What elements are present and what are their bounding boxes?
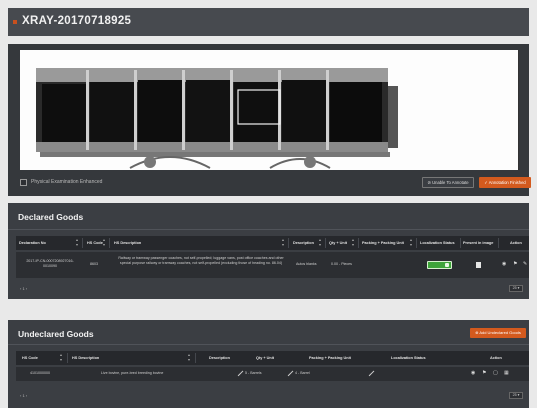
divider	[498, 238, 499, 248]
divider	[325, 238, 326, 248]
physical-exam-label: Physical Examination Enhanced	[31, 179, 103, 185]
table-row[interactable]: 4101000000 Live bovine, pure-bred breedi…	[16, 367, 529, 381]
eye-icon[interactable]: ◉	[471, 370, 475, 376]
col-hs-code[interactable]: HS Code	[22, 351, 38, 365]
undeclared-goods-title: Undeclared Goods	[18, 329, 94, 339]
edit-icon[interactable]: ✎	[523, 261, 527, 267]
eye-icon[interactable]: ◉	[502, 261, 506, 267]
col-declaration-no[interactable]: Declaration No	[19, 236, 46, 250]
divider	[195, 353, 196, 363]
cell-qty-unit: 0.00 - Pieces	[331, 262, 352, 266]
edit-pencil-icon[interactable]	[288, 371, 293, 376]
cell-description: Autos blanks	[296, 262, 317, 266]
cell-hs-code: 8603	[90, 262, 98, 266]
annotation-finished-button[interactable]: ✓ Annotation Finished	[479, 177, 531, 188]
page-header: XRAY-20170718925	[8, 8, 529, 36]
edit-pencil-icon[interactable]	[238, 371, 243, 376]
flag-icon[interactable]: ⚑	[513, 261, 517, 267]
divider	[416, 238, 417, 248]
divider	[358, 238, 359, 248]
col-description[interactable]: Description	[293, 236, 314, 250]
status-dot-icon	[13, 20, 17, 24]
divider	[82, 238, 83, 248]
cell-hs-description: Railway or tramway passenger coaches, no…	[118, 256, 284, 265]
pagination[interactable]: ‹ 1 ›	[20, 393, 27, 398]
page-size-select[interactable]: 25 ▾	[509, 392, 523, 399]
table-row[interactable]: 2017-IP-CN-0007208927016-0010090 8603 Ra…	[16, 252, 529, 278]
table-icon[interactable]: ▦	[504, 370, 509, 376]
col-qty-unit[interactable]: Qty + Unit	[329, 236, 347, 250]
image-toolbar: Physical Examination Enhanced ⊘ Unable T…	[20, 174, 531, 192]
sort-icon[interactable]	[76, 239, 79, 247]
col-packing[interactable]: Packing + Packing Unit	[362, 236, 404, 250]
divider	[67, 353, 68, 363]
sort-icon[interactable]	[282, 239, 285, 247]
sort-icon[interactable]	[188, 354, 191, 362]
divider	[109, 238, 110, 248]
xray-image[interactable]	[20, 50, 519, 170]
cell-qty-unit[interactable]: 5 - Barrels	[245, 371, 262, 376]
page-title: XRAY-20170718925	[22, 15, 132, 27]
cell-declaration-no: 2017-IP-CN-0007208927016-0010090	[26, 259, 74, 268]
cell-packing[interactable]: 4 - Barrel	[295, 371, 310, 376]
col-localization-status: Localization Status	[391, 356, 426, 360]
page-size-select[interactable]: 25 ▾	[509, 285, 523, 292]
flag-icon[interactable]: ⚑	[482, 370, 486, 376]
add-undeclared-goods-button[interactable]: ⊕ Add Undeclared Goods	[470, 328, 526, 338]
cell-hs-description: Live bovine, pure-bred breeding bovine	[101, 371, 164, 375]
physical-exam-checkbox[interactable]	[20, 179, 27, 186]
col-present-in-image: Present in image	[463, 241, 494, 245]
undeclared-goods-panel: Undeclared Goods ⊕ Add Undeclared Goods …	[8, 320, 529, 408]
divider	[460, 238, 461, 248]
sort-icon[interactable]	[352, 239, 355, 247]
divider	[8, 344, 529, 345]
declared-goods-panel: Declared Goods Declaration No HS Code HS…	[8, 203, 529, 299]
col-localization-status: Localization Status	[420, 241, 455, 245]
unable-to-annotate-button[interactable]: ⊘ Unable To Annotate	[422, 177, 474, 188]
sort-icon[interactable]	[103, 239, 106, 247]
undeclared-table-header: HS Code HS Description Description Qty +…	[16, 351, 529, 365]
declared-table-header: Declaration No HS Code HS Description De…	[16, 236, 529, 250]
edit-pencil-icon[interactable]	[369, 371, 374, 376]
pagination[interactable]: ‹ 1 ›	[20, 286, 27, 291]
col-qty-unit: Qty + Unit	[256, 356, 275, 360]
col-description: Description	[209, 356, 230, 360]
col-hs-description[interactable]: HS Description	[72, 351, 99, 365]
sort-icon[interactable]	[319, 239, 322, 247]
copy-icon[interactable]: ▢	[493, 370, 498, 376]
col-hs-description[interactable]: HS Description	[114, 236, 141, 250]
sort-icon[interactable]	[410, 239, 413, 247]
present-in-image-icon[interactable]	[476, 262, 481, 268]
divider	[288, 238, 289, 248]
col-action: Action	[510, 241, 522, 245]
col-hs-code[interactable]: HS Code	[87, 236, 103, 250]
cell-hs-code: 4101000000	[30, 371, 50, 375]
xray-scan-graphic	[20, 50, 519, 170]
col-action: Action	[490, 356, 502, 360]
divider	[8, 229, 529, 230]
declared-goods-title: Declared Goods	[18, 212, 84, 222]
localization-status-badge[interactable]	[427, 261, 452, 269]
col-packing: Packing + Packing Unit	[309, 356, 351, 360]
sort-icon[interactable]	[60, 354, 63, 362]
